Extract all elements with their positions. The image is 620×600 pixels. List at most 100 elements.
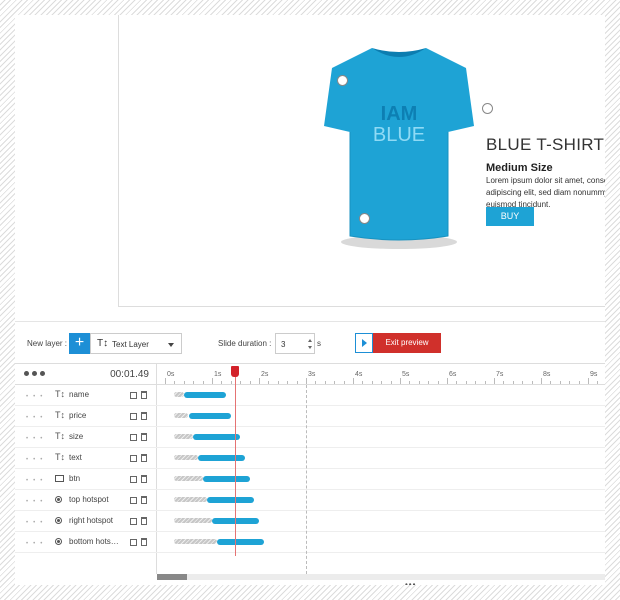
delay-bar[interactable] — [174, 392, 184, 397]
layer-name[interactable]: right hotspot — [69, 516, 113, 525]
text-icon: T↕ — [55, 410, 65, 420]
track-row[interactable] — [157, 490, 605, 511]
track-row[interactable] — [157, 406, 605, 427]
delay-bar[interactable] — [174, 518, 212, 523]
visibility-toggles[interactable]: ••• — [26, 499, 47, 505]
delay-bar[interactable] — [174, 539, 217, 544]
layer-type-value: Text Layer — [112, 340, 149, 349]
solo-icon[interactable] — [32, 371, 37, 376]
duplicate-icon[interactable] — [130, 476, 137, 483]
track-area[interactable]: 0s 1s 2s 3s 4s 5s 6s 7s 8s 9s — [157, 364, 605, 574]
delete-icon[interactable] — [141, 412, 147, 420]
resize-grip-icon[interactable]: ••• — [405, 580, 416, 585]
delete-icon[interactable] — [141, 475, 147, 483]
track-row[interactable] — [157, 448, 605, 469]
animation-bar[interactable] — [207, 497, 255, 503]
layer-row[interactable]: ••• bottom hots… — [15, 532, 157, 553]
slide-duration-input[interactable]: 3 — [275, 333, 315, 354]
horizontal-scrollbar[interactable] — [157, 574, 605, 580]
slide-description[interactable]: Lorem ipsum dolor sit amet, consec adipi… — [486, 175, 605, 211]
playhead-handle[interactable] — [231, 366, 240, 377]
animation-bar[interactable] — [197, 455, 245, 461]
scrollbar-thumb[interactable] — [157, 574, 187, 580]
track-row[interactable] — [157, 385, 605, 406]
ruler-tick — [531, 381, 533, 384]
delete-icon[interactable] — [141, 496, 147, 504]
layer-row[interactable]: ••• T↕ size — [15, 427, 157, 448]
delete-icon[interactable] — [141, 538, 147, 546]
add-layer-button[interactable]: + — [69, 333, 90, 354]
tshirt-image[interactable]: IAM BLUE — [324, 40, 474, 250]
visibility-toggles[interactable]: ••• — [26, 541, 47, 547]
slide-subtitle[interactable]: Medium Size — [486, 162, 553, 174]
buy-button[interactable]: BUY — [486, 207, 534, 226]
layer-row[interactable]: ••• top hotspot — [15, 490, 157, 511]
delay-bar[interactable] — [174, 434, 194, 439]
track-row[interactable] — [157, 469, 605, 490]
ruler-tick — [597, 381, 599, 384]
delay-bar[interactable] — [174, 455, 198, 460]
delete-icon[interactable] — [141, 433, 147, 441]
layer-row[interactable]: ••• btn — [15, 469, 157, 490]
delete-icon[interactable] — [141, 517, 147, 525]
layer-row[interactable]: ••• T↕ text — [15, 448, 157, 469]
visibility-toggles[interactable]: ••• — [26, 457, 47, 463]
animation-bar[interactable] — [193, 434, 241, 440]
stepper-up-icon[interactable] — [308, 339, 312, 342]
layer-type-select[interactable]: T↕ Text Layer — [90, 333, 182, 354]
duplicate-icon[interactable] — [130, 434, 137, 441]
layer-name[interactable]: text — [69, 453, 82, 462]
delay-bar[interactable] — [174, 497, 208, 502]
right-hotspot-handle[interactable] — [482, 103, 493, 114]
visibility-toggles[interactable]: ••• — [26, 394, 47, 400]
layer-name[interactable]: price — [69, 411, 86, 420]
slide-canvas[interactable]: IAM BLUE BLUE T-SHIRT / Medium Size Lore… — [118, 15, 605, 307]
ruler-tick — [315, 381, 317, 384]
animation-bar[interactable] — [202, 476, 250, 482]
animation-bar[interactable] — [188, 413, 231, 419]
delay-bar[interactable] — [174, 413, 189, 418]
text-layer-icon: T↕ — [97, 338, 109, 349]
duplicate-icon[interactable] — [130, 413, 137, 420]
track-row[interactable] — [157, 532, 605, 553]
delete-icon[interactable] — [141, 391, 147, 399]
visibility-toggles[interactable]: ••• — [26, 478, 47, 484]
animation-bar[interactable] — [183, 392, 227, 398]
ruler-tick — [475, 381, 477, 384]
duplicate-icon[interactable] — [130, 392, 137, 399]
delay-bar[interactable] — [174, 476, 203, 481]
layer-name[interactable]: name — [69, 390, 89, 399]
duplicate-icon[interactable] — [130, 497, 137, 504]
play-button[interactable] — [355, 333, 373, 353]
lock-icon[interactable] — [40, 371, 45, 376]
layer-name[interactable]: bottom hots… — [69, 537, 119, 546]
layer-row[interactable]: ••• right hotspot — [15, 511, 157, 532]
visibility-toggles[interactable]: ••• — [26, 415, 47, 421]
ruler-tick-label: 2s — [261, 371, 269, 378]
ruler-tick — [569, 381, 571, 384]
layer-name[interactable]: btn — [69, 474, 80, 483]
exit-preview-button[interactable]: Exit preview — [373, 333, 441, 353]
layer-name[interactable]: size — [69, 432, 83, 441]
visibility-toggles[interactable]: ••• — [26, 520, 47, 526]
visibility-toggles[interactable]: ••• — [26, 436, 47, 442]
layer-row[interactable]: ••• T↕ name — [15, 385, 157, 406]
stage-wrapper: IAM BLUE BLUE T-SHIRT / Medium Size Lore… — [15, 15, 605, 321]
duplicate-icon[interactable] — [130, 518, 137, 525]
layer-row[interactable]: ••• T↕ price — [15, 406, 157, 427]
bottom-hotspot-handle[interactable] — [359, 213, 370, 224]
track-row[interactable] — [157, 427, 605, 448]
delete-icon[interactable] — [141, 454, 147, 462]
ruler-tick — [230, 381, 232, 384]
top-hotspot-handle[interactable] — [337, 75, 348, 86]
eye-icon[interactable] — [24, 371, 29, 376]
layer-name[interactable]: top hotspot — [69, 495, 109, 504]
stepper-down-icon[interactable] — [308, 346, 312, 349]
duplicate-icon[interactable] — [130, 455, 137, 462]
duplicate-icon[interactable] — [130, 539, 137, 546]
new-layer-label: New layer : — [27, 339, 68, 348]
animation-bar[interactable] — [216, 539, 264, 545]
track-row[interactable] — [157, 511, 605, 532]
slide-title[interactable]: BLUE T-SHIRT / — [486, 135, 605, 155]
time-ruler[interactable]: 0s 1s 2s 3s 4s 5s 6s 7s 8s 9s — [157, 364, 605, 385]
